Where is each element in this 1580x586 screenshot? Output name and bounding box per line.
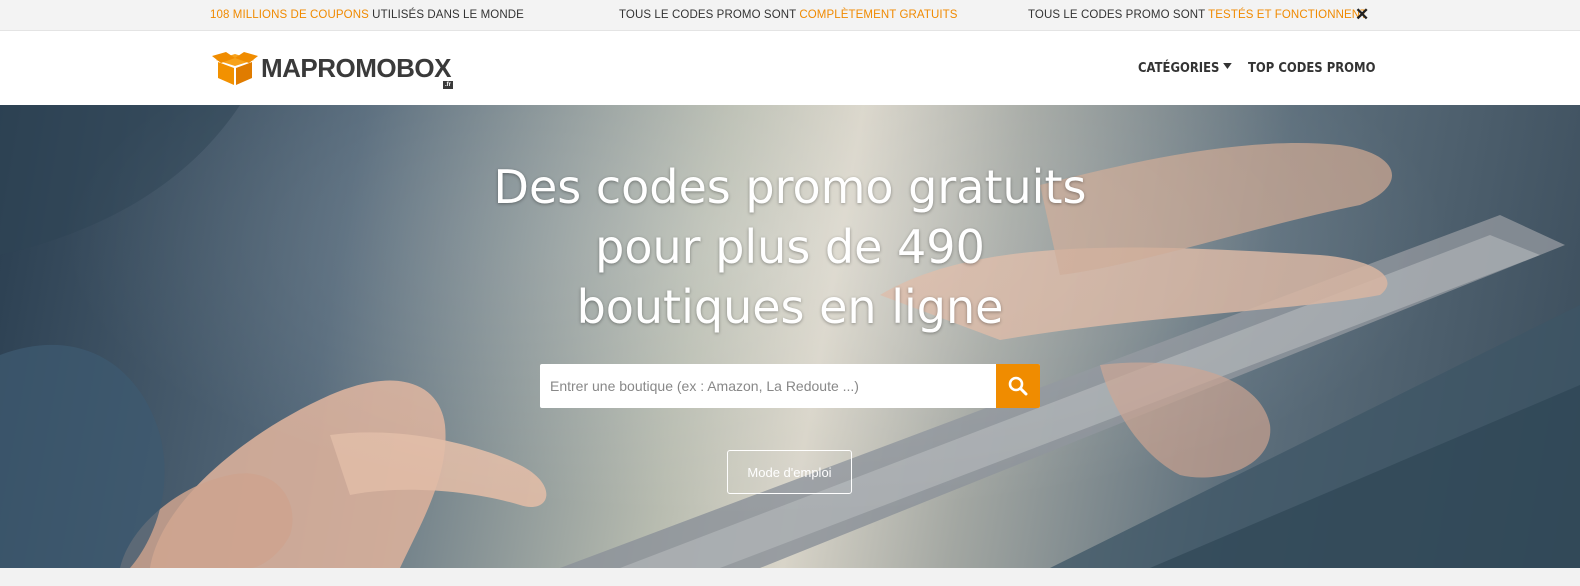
site-logo[interactable]: MAPROMOBOX .fr	[212, 50, 453, 89]
hero-title-line2: pour plus de 490	[595, 220, 985, 274]
announcement-bar: 108 MILLIONS DE COUPONS UTILISÉS DANS LE…	[0, 0, 1580, 31]
search-button[interactable]	[996, 364, 1040, 408]
close-icon[interactable]: ✕	[1355, 6, 1369, 23]
caret-down-icon	[1222, 63, 1232, 69]
hero-title-line1: Des codes promo gratuits	[493, 160, 1087, 214]
announcement-coupons-text: UTILISÉS DANS LE MONDE	[368, 9, 524, 21]
nav-top-codes[interactable]: TOP CODES PROMO	[1248, 60, 1375, 76]
announcement-tested-highlight: TESTÉS ET FONCTIONNENT	[1208, 9, 1368, 21]
store-search	[540, 364, 1040, 408]
announcement-free-text: TOUS LE CODES PROMO SONT	[619, 9, 800, 21]
hero-title-line3: boutiques en ligne	[576, 280, 1004, 334]
mode-emploi-button[interactable]: Mode d'emploi	[727, 450, 852, 494]
announcement-free: TOUS LE CODES PROMO SONT COMPLÈTEMENT GR…	[619, 9, 958, 21]
box-logo-icon	[212, 52, 258, 85]
search-icon	[1008, 376, 1028, 396]
hero-title: Des codes promo gratuits pour plus de 490…	[0, 157, 1580, 337]
search-input[interactable]	[540, 364, 996, 408]
announcement-coupons-highlight: 108 MILLIONS DE COUPONS	[210, 9, 369, 21]
announcement-tested: TOUS LE CODES PROMO SONT TESTÉS ET FONCT…	[1028, 9, 1367, 21]
logo-text: MAPROMOBOX	[261, 53, 452, 83]
announcement-free-highlight: COMPLÈTEMENT GRATUITS	[799, 9, 958, 21]
announcement-tested-text: TOUS LE CODES PROMO SONT	[1028, 9, 1209, 21]
hero-section: Des codes promo gratuits pour plus de 490…	[0, 105, 1580, 568]
logo-wordmark: MAPROMOBOX .fr	[261, 53, 453, 89]
nav-categories[interactable]: CATÉGORIES	[1138, 60, 1232, 76]
page-bottom-strip	[0, 568, 1580, 586]
logo-tld: .fr	[443, 81, 453, 89]
site-header: MAPROMOBOX .fr CATÉGORIES TOP CODES PROMO	[0, 31, 1580, 105]
nav-top-codes-label: TOP CODES PROMO	[1248, 60, 1376, 76]
nav-categories-label: CATÉGORIES	[1138, 60, 1220, 76]
announcement-coupons: 108 MILLIONS DE COUPONS UTILISÉS DANS LE…	[210, 9, 524, 21]
